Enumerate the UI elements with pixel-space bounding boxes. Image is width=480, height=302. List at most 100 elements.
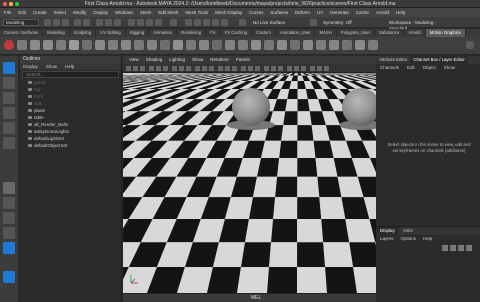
live-surface-label[interactable]: No Live Surface	[250, 19, 304, 26]
texture-manager-icon[interactable]	[173, 40, 183, 50]
menu-modify[interactable]: Modify	[73, 10, 86, 15]
menu-mesh-tools[interactable]: Mesh Tools	[185, 10, 208, 15]
export-ass-icon[interactable]	[134, 40, 144, 50]
aov-icon[interactable]	[238, 40, 248, 50]
persp-outliner-layout-icon[interactable]	[3, 212, 15, 224]
arnold-renderview-icon[interactable]	[221, 19, 228, 26]
menu-mesh-display[interactable]: Mesh Display	[215, 10, 242, 15]
render-settings-icon[interactable]	[203, 19, 210, 26]
physical-sky-icon[interactable]	[82, 40, 92, 50]
viewport-menu-show[interactable]: Show	[192, 56, 203, 64]
command-language-label[interactable]: MEL	[251, 295, 261, 301]
maya-home-icon[interactable]	[3, 271, 15, 283]
menu-display[interactable]: Display	[93, 10, 108, 15]
imager-icon[interactable]	[290, 40, 300, 50]
shelf-tab-mash[interactable]: MASH	[315, 29, 337, 37]
menu-windows[interactable]: Windows	[115, 10, 133, 15]
channel-menu-show[interactable]: Show	[444, 64, 455, 72]
viewport-scene[interactable]	[123, 73, 376, 293]
symmetry-dropdown[interactable]: Symmetry: Off	[320, 19, 368, 26]
area-light-icon[interactable]	[30, 40, 40, 50]
tab-anim-layers[interactable]: Anim	[399, 227, 417, 235]
shelf-tab-modeling[interactable]: Modeling	[43, 29, 70, 37]
command-line[interactable]: MEL	[123, 293, 376, 302]
render-current-frame-icon[interactable]	[185, 19, 192, 26]
arnold-help-icon[interactable]	[212, 40, 222, 50]
shelf-tab-animation-user[interactable]: Animation_User	[276, 29, 316, 37]
outliner-row[interactable]: all_Render_Balls	[20, 121, 121, 128]
save-scene-icon[interactable]	[62, 19, 69, 26]
redo-icon[interactable]	[83, 19, 90, 26]
layer-buttons[interactable]	[376, 243, 480, 253]
menu-generate[interactable]: Generate	[330, 10, 349, 15]
channel-menu-channels[interactable]: Channels	[380, 64, 399, 72]
snap-curve-icon[interactable]	[137, 19, 144, 26]
menu-curves[interactable]: Curves	[249, 10, 263, 15]
viewport-menu-renderer[interactable]: Renderer	[210, 56, 229, 64]
paint-select-tool-icon[interactable]	[3, 92, 15, 104]
outliner-menu-show[interactable]: Show	[46, 63, 57, 70]
shelf-tab-motion-graphics[interactable]: Motion Graphics	[425, 29, 467, 37]
tab-display-layers[interactable]: Display	[376, 227, 399, 235]
viewport-menu-shading[interactable]: Shading	[146, 56, 163, 64]
outliner-row[interactable]: side	[20, 100, 121, 107]
menu-uv[interactable]: UV	[317, 10, 323, 15]
arnold-render-icon[interactable]	[4, 40, 14, 50]
license-manager-icon[interactable]	[186, 40, 196, 50]
four-view-layout-icon[interactable]	[3, 197, 15, 209]
outliner-menu-help[interactable]: Help	[65, 63, 74, 70]
snap-view-plane-icon[interactable]	[155, 19, 162, 26]
layer-menu-options[interactable]: Options	[401, 235, 417, 243]
menu-deform[interactable]: Deform	[295, 10, 310, 15]
render-setup-icon[interactable]	[303, 40, 313, 50]
select-hierarchy-icon[interactable]	[96, 19, 103, 26]
shelf-tab-uv-editing[interactable]: UV Editing	[96, 29, 126, 37]
options-icon[interactable]	[368, 40, 378, 50]
outliner-menu-display[interactable]: Display	[23, 63, 38, 70]
move-tool-icon[interactable]	[3, 107, 15, 119]
select-component-icon[interactable]	[114, 19, 121, 26]
shelf-tab-polygons-user[interactable]: Polygons_User	[337, 29, 376, 37]
menu-edit-mesh[interactable]: Edit Mesh	[158, 10, 178, 15]
undo-icon[interactable]	[74, 19, 81, 26]
sphere-light-icon[interactable]	[17, 40, 27, 50]
viewport-toolbar-icons[interactable]	[123, 64, 376, 73]
menu-create[interactable]: Create	[33, 10, 47, 15]
shelf-tab-arnold[interactable]: Arnold	[404, 29, 426, 37]
channel-menu-edit[interactable]: Edit	[407, 64, 415, 72]
ipr-render-icon[interactable]	[194, 19, 201, 26]
shelf-tab-sculpting[interactable]: Sculpting	[70, 29, 97, 37]
ai-denoiser-icon[interactable]	[199, 40, 209, 50]
menuset-dropdown[interactable]: Modeling	[3, 19, 39, 26]
select-object-icon[interactable]	[105, 19, 112, 26]
shelf-tab-fx-caching[interactable]: FX Caching	[221, 29, 253, 37]
menu-edit[interactable]: Edit	[18, 10, 26, 15]
select-tool-icon[interactable]	[3, 62, 15, 74]
gpu-cache-icon[interactable]	[277, 40, 287, 50]
outliner-row[interactable]: persp	[20, 79, 121, 86]
live-surface-icon[interactable]	[239, 19, 246, 26]
outliner-layout-icon[interactable]	[3, 242, 15, 254]
shelf-tab-substance[interactable]: Substance	[375, 29, 405, 37]
outliner-row[interactable]: plane	[20, 107, 121, 114]
photometric-light-icon[interactable]	[56, 40, 66, 50]
outliner-row[interactable]: aiSkyDomeLight1	[20, 128, 121, 135]
shelf-tab-rendering[interactable]: Rendering	[177, 29, 207, 37]
lasso-tool-icon[interactable]	[3, 77, 15, 89]
shelf-tab-fx[interactable]: FX	[206, 29, 221, 37]
persp-graph-layout-icon[interactable]	[3, 227, 15, 239]
shelf-tab-curves-surfaces[interactable]: Curves / Surfaces	[0, 29, 44, 37]
workspace-dropdown[interactable]: Workspace : Modeling - Standard	[386, 19, 452, 31]
new-scene-icon[interactable]	[44, 19, 51, 26]
hypershade-icon[interactable]	[212, 19, 219, 26]
outliner-search-input[interactable]: Search...	[22, 71, 119, 78]
shelf-settings-icon[interactable]	[466, 41, 474, 49]
scale-tool-icon[interactable]	[3, 137, 15, 149]
tab-channel-box[interactable]: Channel Box / Layer Editor	[410, 56, 468, 64]
menu-surfaces[interactable]: Surfaces	[270, 10, 288, 15]
menu-mesh[interactable]: Mesh	[140, 10, 151, 15]
standard-surface-icon[interactable]	[95, 40, 105, 50]
utilities-icon[interactable]	[329, 40, 339, 50]
tab-attribute-editor[interactable]: Attribute Editor	[376, 56, 410, 64]
construction-history-icon[interactable]	[170, 19, 177, 26]
